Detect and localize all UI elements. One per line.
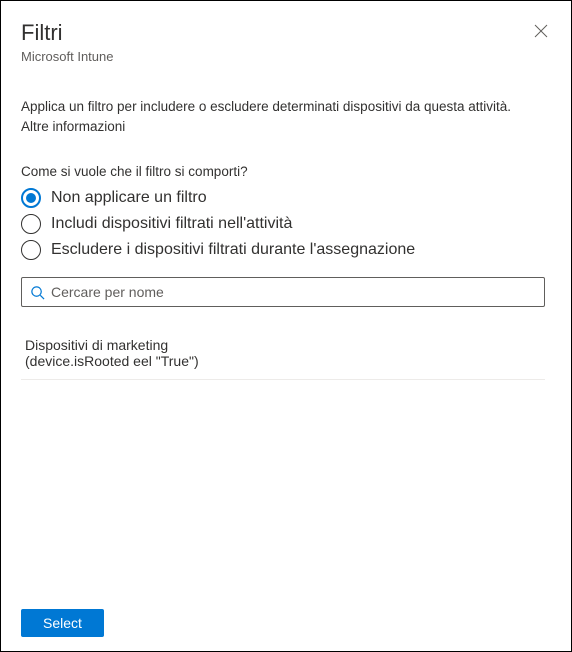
radio-label: Non applicare un filtro [51, 189, 207, 207]
radio-include[interactable]: Includi dispositivi filtrati nell'attivi… [21, 211, 551, 237]
radio-icon [21, 240, 41, 260]
scroll-area[interactable]: Come si vuole che il filtro si comporti?… [21, 164, 551, 584]
panel-subtitle: Microsoft Intune [21, 49, 551, 64]
learn-more-link[interactable]: Altre informazioni [21, 118, 551, 136]
behavior-prompt: Come si vuole che il filtro si comporti? [21, 164, 551, 179]
select-button[interactable]: Select [21, 609, 104, 637]
radio-label: Escludere i dispositivi filtrati durante… [51, 241, 415, 259]
search-icon [30, 285, 45, 300]
close-button[interactable] [531, 21, 551, 41]
radio-do-not-apply[interactable]: Non applicare un filtro [21, 185, 551, 211]
filter-behavior-radio-group: Non applicare un filtro Includi disposit… [21, 185, 551, 263]
filter-list-item[interactable]: Dispositivi di marketing (device.isRoote… [21, 329, 545, 380]
close-icon [534, 24, 548, 38]
panel-footer: Select [1, 595, 571, 651]
spacer [21, 380, 551, 584]
description-text: Applica un filtro per includere o esclud… [21, 99, 511, 114]
search-box[interactable] [21, 277, 545, 307]
radio-icon [21, 214, 41, 234]
radio-label: Includi dispositivi filtrati nell'attivi… [51, 215, 292, 233]
filter-rule: (device.isRooted eel "True") [25, 353, 541, 369]
filter-name: Dispositivi di marketing [25, 337, 541, 353]
search-input[interactable] [51, 284, 536, 300]
panel-description: Applica un filtro per includere o esclud… [1, 70, 571, 136]
radio-icon [21, 188, 41, 208]
panel-header: Filtri Microsoft Intune [1, 1, 571, 70]
panel-title: Filtri [21, 19, 551, 47]
radio-exclude[interactable]: Escludere i dispositivi filtrati durante… [21, 237, 551, 263]
